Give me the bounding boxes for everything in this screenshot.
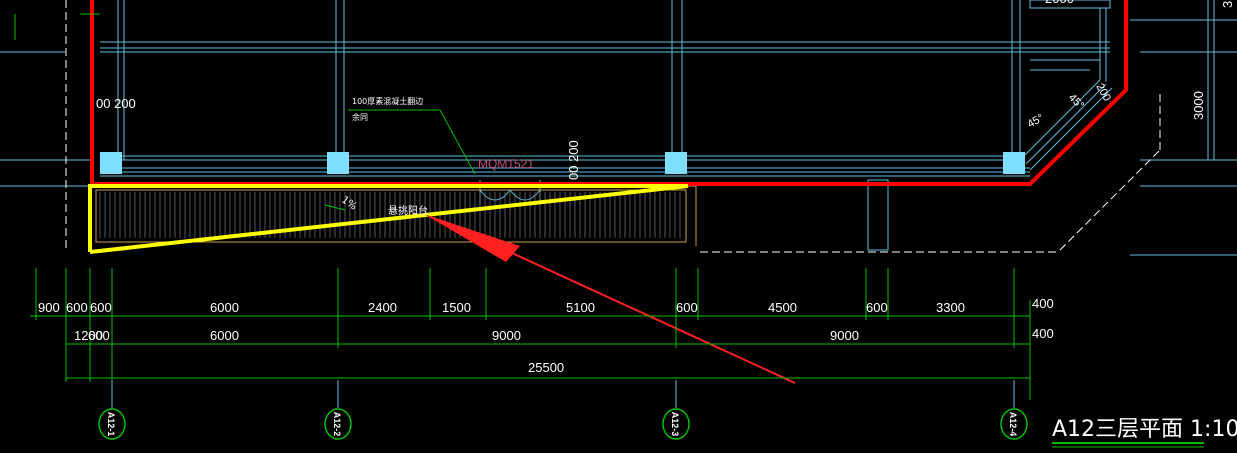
slab-note-line1: 100厚素混凝土翻边 <box>352 96 423 106</box>
corner-dim-label: 200 <box>1093 82 1113 104</box>
angle-label-2: 45° <box>1026 112 1046 131</box>
column-3 <box>665 152 687 174</box>
drawing-title: A12三层平面 1:100 <box>1052 417 1237 442</box>
dim-r2-3: 9000 <box>492 328 521 343</box>
axis-label-2: A12-2 <box>332 412 342 437</box>
column-4 <box>1003 152 1025 174</box>
dim-r1-2: 600 <box>90 300 112 315</box>
axis-label-4: A12-4 <box>1008 412 1018 437</box>
axis-bubble-2: A12-2 <box>324 408 352 440</box>
left-dim-label: 00 200 <box>96 96 136 111</box>
dim-r1-0: 900 <box>38 300 60 315</box>
dimension-row-1: 900 600 600 6000 2400 1500 5100 600 4500… <box>38 296 1054 315</box>
dim-r1-3: 6000 <box>210 300 239 315</box>
axis-bubble-4: A12-4 <box>1000 408 1028 440</box>
slab-note-line2: 余同 <box>352 112 368 122</box>
note-leader <box>14 13 476 211</box>
dim-r1-7: 600 <box>676 300 698 315</box>
dim-r2-2: 6000 <box>210 328 239 343</box>
column-2 <box>327 152 349 174</box>
axis-lead-lines <box>111 380 1015 408</box>
angle-label-1: 45° <box>1066 92 1086 112</box>
dim-r1-6: 5100 <box>566 300 595 315</box>
dim-r2-4: 9000 <box>830 328 859 343</box>
dim-r1-10: 3300 <box>936 300 965 315</box>
dim-r2-5: 400 <box>1032 326 1054 341</box>
dim-r1-5: 1500 <box>442 300 471 315</box>
balcony-label: 悬挑阳台 <box>388 204 428 217</box>
columns <box>100 152 1025 174</box>
dim-r1-4: 2400 <box>368 300 397 315</box>
dimension-lines <box>30 268 1031 400</box>
column-1 <box>100 152 122 174</box>
axis-bubble-3: A12-3 <box>662 408 690 440</box>
axis-bubbles: A12-1 A12-2 A12-3 A12-4 <box>98 408 1028 440</box>
dim-r1-9: 600 <box>866 300 888 315</box>
axis-label-3: A12-3 <box>670 412 680 437</box>
red-arrow <box>424 214 796 384</box>
top-right-small: 3 <box>1220 1 1235 8</box>
floor-plan-drawing: 100厚素混凝土翻边 余同 MQM1521 悬挑阳台 1% 00 200 00 … <box>0 0 1237 448</box>
dimension-row-2: 1200 600 6000 9000 9000 400 <box>74 326 1054 343</box>
slope-label: 1% <box>339 195 358 213</box>
dim-r1-11: 400 <box>1032 296 1054 311</box>
dim-r1-8: 4500 <box>768 300 797 315</box>
top-right-dim: 2000 <box>1045 0 1074 6</box>
dim-r1-1: 600 <box>66 300 88 315</box>
structural-grid <box>0 0 1237 256</box>
axis-bubble-1: A12-1 <box>98 408 126 440</box>
vertical-dim-label: 00 200 <box>566 140 581 180</box>
door-code: MQM1521 <box>478 157 534 171</box>
dim-total: 25500 <box>528 360 564 375</box>
right-vertical-dim: 3000 <box>1191 91 1206 120</box>
axis-label-1: A12-1 <box>106 412 116 437</box>
dim-r2-1: 600 <box>88 328 110 343</box>
